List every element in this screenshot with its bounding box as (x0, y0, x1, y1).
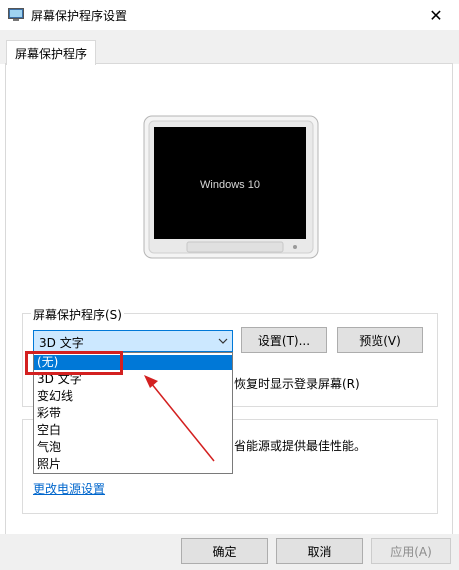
tab-screensaver[interactable]: 屏幕保护程序 (6, 40, 96, 65)
chevron-down-icon (218, 338, 228, 344)
settings-button[interactable]: 设置(T)... (241, 327, 327, 353)
close-button[interactable]: ✕ (413, 0, 459, 30)
apply-button[interactable]: 应用(A) (371, 538, 451, 564)
window-title: 屏幕保护程序设置 (31, 9, 128, 23)
power-description-text: 省能源或提供最佳性能。 (234, 439, 367, 453)
settings-button-label: 设置(T)... (257, 333, 311, 348)
preview-button[interactable]: 预览(V) (337, 327, 423, 353)
apply-button-label: 应用(A) (390, 544, 432, 559)
annotation-highlight-box (25, 351, 123, 375)
dropdown-item-bubbles[interactable]: 气泡 (34, 440, 232, 455)
dropdown-item-blank[interactable]: 空白 (34, 423, 232, 438)
close-icon: ✕ (429, 5, 443, 25)
monitor-preview: Windows 10 (143, 115, 319, 259)
dropdown-item-mystify[interactable]: 变幻线 (34, 389, 232, 404)
cancel-button-label: 取消 (307, 544, 332, 559)
tab-label: 屏幕保护程序 (14, 46, 87, 61)
title-bar: 屏幕保护程序设置 ✕ (0, 0, 459, 30)
screensaver-select-value: 3D 文字 (39, 336, 84, 350)
change-power-settings-link[interactable]: 更改电源设置 (33, 480, 105, 497)
preview-button-label: 预览(V) (359, 333, 401, 348)
ok-button-label: 确定 (212, 544, 237, 559)
ok-button[interactable]: 确定 (181, 538, 268, 564)
dropdown-item-ribbons[interactable]: 彩带 (34, 406, 232, 421)
screensaver-app-icon (8, 8, 24, 21)
monitor-screen-text: Windows 10 (200, 179, 260, 191)
cancel-button[interactable]: 取消 (276, 538, 363, 564)
dropdown-item-photos[interactable]: 照片 (34, 457, 232, 472)
screensaver-select[interactable]: 3D 文字 (33, 330, 233, 352)
resume-checkbox-label[interactable]: 恢复时显示登录屏幕(R) (234, 375, 360, 392)
screensaver-group-label: 屏幕保护程序(S) (31, 306, 124, 323)
